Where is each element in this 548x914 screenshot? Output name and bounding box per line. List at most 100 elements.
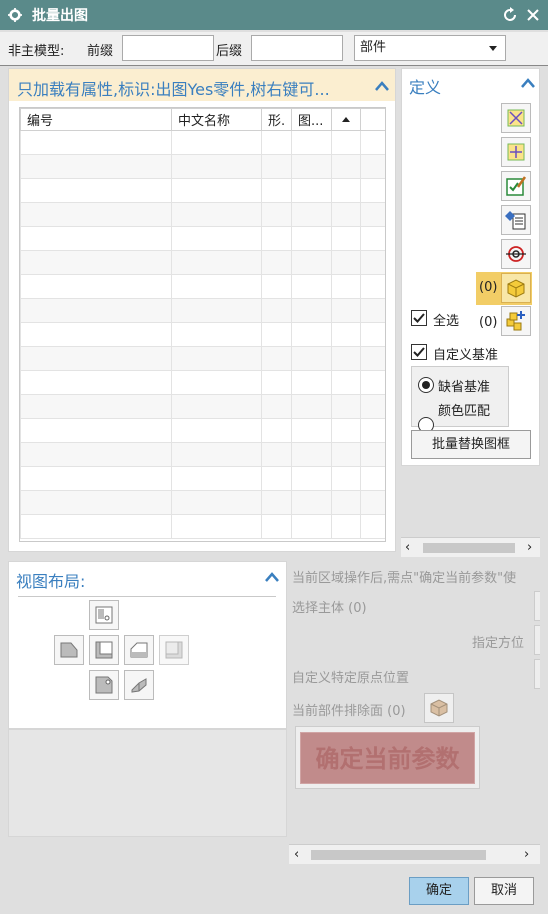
table-cell — [360, 346, 385, 371]
table-cell — [171, 418, 262, 443]
table-cell — [20, 298, 172, 323]
table-row[interactable] — [20, 514, 385, 539]
table-cell — [261, 226, 292, 251]
select-body-button[interactable] — [534, 591, 540, 621]
table-row[interactable] — [20, 202, 385, 227]
table-row[interactable] — [20, 394, 385, 419]
suffix-label: 后缀 — [216, 44, 243, 59]
suffix-input[interactable] — [251, 35, 343, 61]
definition-hscroll[interactable]: ‹ › — [401, 537, 540, 557]
body-select-row[interactable]: (0) — [476, 272, 532, 305]
table-cell — [261, 250, 292, 275]
confirm-params-button[interactable]: 确定当前参数 — [300, 732, 475, 784]
table-cell — [20, 226, 172, 251]
table-cell — [360, 154, 385, 179]
table-row[interactable] — [20, 466, 385, 491]
replace-frame-button[interactable]: 批量替换图框 — [411, 430, 531, 459]
table-cell — [20, 322, 172, 347]
params-hscroll[interactable]: ‹ › — [289, 844, 540, 864]
scroll-left-icon[interactable]: ‹ — [405, 540, 410, 555]
scroll-left-icon[interactable]: ‹ — [294, 847, 299, 862]
table-row[interactable] — [20, 322, 385, 347]
custom-origin-button[interactable] — [534, 659, 540, 689]
part-table[interactable]: 编号 中文名称 形. 图... — [19, 107, 386, 542]
table-row[interactable] — [20, 490, 385, 515]
orient-button[interactable] — [534, 625, 540, 655]
default-datum-radio[interactable] — [418, 377, 434, 393]
rotate-target-icon[interactable] — [501, 239, 531, 269]
right-view-icon[interactable] — [124, 635, 154, 665]
close-icon[interactable] — [525, 7, 541, 23]
collapse-icon[interactable] — [265, 572, 279, 582]
params-scroll-thumb[interactable] — [311, 850, 486, 860]
table-cell — [291, 418, 332, 443]
properties-list-icon[interactable] — [501, 205, 531, 235]
exclude-face-cube-icon[interactable] — [424, 693, 454, 723]
table-cell — [171, 202, 262, 227]
custom-datum-checkbox[interactable] — [411, 344, 427, 360]
iso-view-icon[interactable] — [124, 670, 154, 700]
table-row[interactable] — [20, 274, 385, 299]
gear-icon[interactable] — [8, 8, 22, 22]
select-all-label: 全选 — [433, 314, 460, 329]
edit-check-icon[interactable] — [501, 171, 531, 201]
front-view-icon[interactable] — [89, 635, 119, 665]
column-header[interactable]: 图... — [291, 108, 332, 131]
solid-body-icon[interactable] — [501, 273, 531, 303]
reset-icon[interactable] — [502, 7, 518, 23]
table-row[interactable] — [20, 442, 385, 467]
table-cell — [331, 298, 361, 323]
table-row[interactable] — [20, 370, 385, 395]
part-list-header[interactable]: 只加载有属性,标识:出图Yes零件,树右键可... — [9, 69, 395, 101]
table-cell — [20, 274, 172, 299]
table-cell — [171, 226, 262, 251]
drawing-sheet-icon[interactable] — [501, 103, 531, 133]
table-cell — [171, 346, 262, 371]
table-cell — [20, 394, 172, 419]
add-components-icon[interactable] — [501, 306, 531, 336]
top-view-icon[interactable] — [89, 600, 119, 630]
bottom-view-icon[interactable] — [89, 670, 119, 700]
column-header[interactable]: 中文名称 — [171, 108, 262, 131]
table-cell — [360, 322, 385, 347]
back-view-icon[interactable] — [159, 635, 189, 665]
table-row[interactable] — [20, 298, 385, 323]
window-title: 批量出图 — [32, 8, 88, 24]
sort-column-header[interactable] — [331, 108, 361, 131]
table-cell — [171, 274, 262, 299]
prefix-input[interactable] — [122, 35, 214, 61]
ok-button[interactable]: 确定 — [409, 877, 469, 905]
table-row[interactable] — [20, 418, 385, 443]
left-view-icon[interactable] — [54, 635, 84, 665]
definition-scroll-thumb[interactable] — [423, 543, 515, 553]
select-all-checkbox[interactable] — [411, 310, 427, 326]
table-cell — [261, 514, 292, 539]
type-select[interactable]: 部件 — [354, 35, 506, 61]
table-cell — [291, 466, 332, 491]
column-header[interactable]: 编号 — [20, 108, 172, 131]
drawing-view-icon[interactable] — [501, 137, 531, 167]
table-row[interactable] — [20, 226, 385, 251]
table-cell — [20, 154, 172, 179]
orient-label[interactable]: 指定方位 — [472, 632, 524, 651]
table-cell — [331, 466, 361, 491]
table-row[interactable] — [20, 178, 385, 203]
select-body-label[interactable]: 选择主体 (0) — [292, 597, 367, 616]
table-cell — [20, 346, 172, 371]
table-cell — [331, 178, 361, 203]
table-cell — [171, 130, 262, 155]
collapse-icon[interactable] — [375, 81, 389, 91]
scroll-right-icon[interactable]: › — [527, 540, 532, 555]
custom-origin-label[interactable]: 自定义特定原点位置 — [292, 667, 409, 686]
column-header[interactable]: 形. — [261, 108, 292, 131]
table-cell — [291, 130, 332, 155]
table-row[interactable] — [20, 250, 385, 275]
scroll-right-icon[interactable]: › — [524, 847, 529, 862]
table-row[interactable] — [20, 130, 385, 155]
table-row[interactable] — [20, 346, 385, 371]
cancel-button[interactable]: 取消 — [474, 877, 534, 905]
collapse-icon[interactable] — [521, 78, 535, 88]
model-label: 非主模型: — [8, 44, 65, 59]
table-row[interactable] — [20, 154, 385, 179]
custom-datum-label: 自定义基准 — [433, 348, 499, 363]
